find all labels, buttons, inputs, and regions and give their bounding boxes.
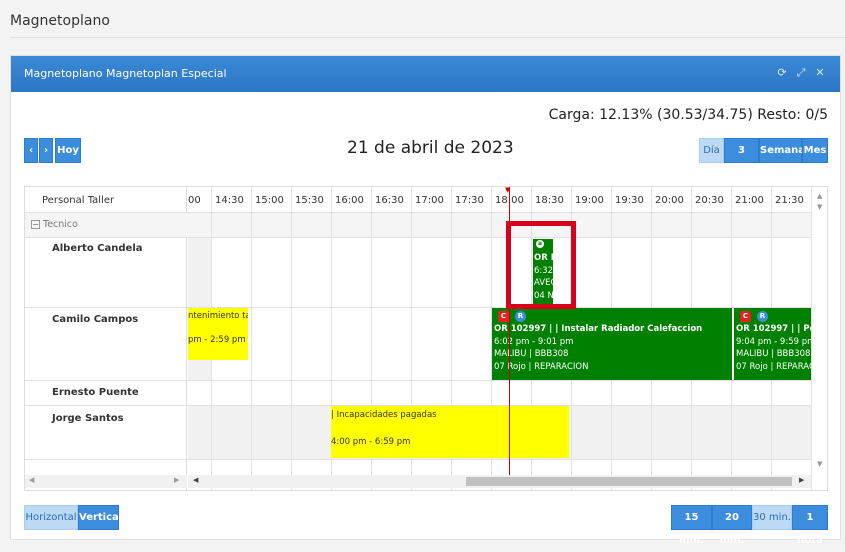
refresh-icon[interactable]: ⟳: [775, 66, 789, 80]
time-label: 18:30: [535, 195, 564, 206]
nonworking-cell: [188, 238, 211, 308]
interval-20-button[interactable]: 20 min.: [712, 505, 752, 546]
row-divider: [25, 237, 827, 238]
group-row: [25, 212, 827, 237]
interval-15-button[interactable]: 15 min.: [671, 505, 712, 546]
event-text: OR 102997 | | Polea: [736, 324, 811, 334]
scroll-left-icon[interactable]: ◀: [193, 476, 198, 484]
scroll-right-icon[interactable]: ▶: [174, 476, 179, 484]
event-text: | Incapacidades pagadas: [331, 410, 437, 420]
resource-ernesto: Ernesto Puente: [52, 387, 139, 398]
time-label: 20:00: [655, 195, 684, 206]
expand-icon[interactable]: ⤢: [794, 66, 808, 80]
scheduler-grid: Personal Taller − Tecnico Alberto Candel…: [24, 186, 828, 491]
view-month-button[interactable]: Mes: [802, 138, 828, 163]
user-icon: R: [757, 311, 768, 322]
time-label: 15:00: [255, 195, 284, 206]
event-text: 07 Rojo | REPARACION: [494, 361, 589, 372]
panel-title: Magnetoplano Magnetoplan Especial: [24, 67, 227, 80]
event-text: 6:02 pm - 9:01 pm: [494, 336, 574, 347]
time-label: 17:30: [455, 195, 484, 206]
time-label: 20:30: [695, 195, 724, 206]
event-jorge-incapacidades[interactable]: | Incapacidades pagadas 4:00 pm - 6:59 p…: [331, 406, 569, 458]
scroll-up-icon[interactable]: ▼: [817, 203, 822, 211]
time-label: 16:30: [375, 195, 404, 206]
time-label: 21:00: [735, 195, 764, 206]
resource-camilo: Camilo Campos: [52, 314, 139, 325]
event-text: 07 Rojo | REPARAC: [736, 361, 811, 372]
today-button[interactable]: Hoy: [55, 138, 81, 163]
scroll-thumb[interactable]: [466, 477, 792, 486]
load-summary: Carga: 12.13% (30.53/34.75) Resto: 0/5: [548, 107, 828, 123]
scroll-down-icon[interactable]: ▼: [817, 460, 822, 468]
row-divider: [25, 459, 827, 460]
prev-button[interactable]: ‹: [24, 138, 38, 163]
magnetoplano-panel: Magnetoplano Magnetoplan Especial ⟳ ⤢ ✕ …: [10, 55, 841, 546]
event-text: pm - 2:59 pm: [188, 334, 246, 345]
event-icon-row: C R: [494, 308, 732, 323]
view-day-button[interactable]: Día: [699, 138, 724, 163]
time-label: 19:30: [615, 195, 644, 206]
event-icon-row: C R: [736, 308, 811, 323]
time-label: 21:30: [775, 195, 804, 206]
event-text: MALIBU | BBB308: [736, 349, 811, 359]
event-text: ntenimiento tall: [188, 311, 248, 321]
reprogram-icon: C: [498, 311, 509, 322]
horizontal-button[interactable]: Horizontal: [24, 505, 78, 530]
vertical-scrollbar[interactable]: ▲ ▼ ▼: [811, 187, 827, 477]
row-divider: [25, 212, 827, 213]
time-label: 19:00: [575, 195, 604, 206]
event-text: 4:00 pm - 6:59 pm: [331, 436, 411, 447]
event-camilo-polea[interactable]: C R OR 102997 | | Polea 9:04 pm - 9:59 p…: [734, 308, 811, 380]
time-label: 17:00: [415, 195, 444, 206]
row-divider: [25, 380, 827, 381]
vertical-button[interactable]: Vertical: [78, 505, 122, 530]
scroll-left-icon[interactable]: ◀: [29, 476, 34, 484]
next-button[interactable]: ›: [39, 138, 53, 163]
collapse-icon[interactable]: ✕: [813, 66, 827, 80]
interval-60-button[interactable]: 1 hora: [792, 505, 828, 546]
resource-alberto: Alberto Candela: [52, 243, 143, 254]
event-text: MALIBU | BBB308: [494, 349, 569, 359]
event-camilo-mantenimiento[interactable]: ntenimiento tall pm - 2:59 pm: [188, 308, 248, 360]
panel-header: Magnetoplano Magnetoplan Especial ⟳ ⤢ ✕: [11, 56, 840, 92]
user-icon: R: [515, 311, 526, 322]
event-text: OR 102997 | | Instalar Radiador Calefacc…: [494, 324, 703, 334]
timeline-scrollbar[interactable]: ◀ ▶: [188, 475, 811, 488]
time-label: 00: [188, 195, 201, 206]
time-label: 15:30: [295, 195, 324, 206]
current-date: 21 de abril de 2023: [347, 138, 514, 158]
reprogram-icon: C: [740, 311, 751, 322]
view-3days-button[interactable]: 3 Días: [724, 138, 759, 179]
title-divider: [10, 37, 845, 38]
scroll-up-icon[interactable]: ▲: [817, 192, 822, 200]
time-label: 16:00: [335, 195, 364, 206]
event-text: 9:04 pm - 9:59 pm: [736, 336, 811, 347]
group-label: Tecnico: [43, 219, 78, 230]
page-title: Magnetoplano: [10, 13, 110, 29]
resource-header: Personal Taller: [42, 195, 115, 206]
interval-30-button[interactable]: 30 min.: [752, 505, 792, 530]
event-camilo-radiador[interactable]: C R OR 102997 | | Instalar Radiador Cale…: [492, 308, 732, 380]
view-week-button[interactable]: Semana: [759, 138, 805, 163]
time-label: 14:30: [215, 195, 244, 206]
grid-line: [291, 187, 292, 490]
resource-jorge: Jorge Santos: [52, 413, 124, 424]
grid-line: [251, 187, 252, 490]
current-time-marker-icon: ▼: [505, 186, 511, 194]
resource-scrollbar[interactable]: ◀ ▶: [25, 475, 187, 488]
collapse-group-icon[interactable]: −: [31, 220, 40, 229]
highlight-box: [506, 221, 576, 309]
scroll-right-icon[interactable]: ▶: [799, 476, 804, 484]
